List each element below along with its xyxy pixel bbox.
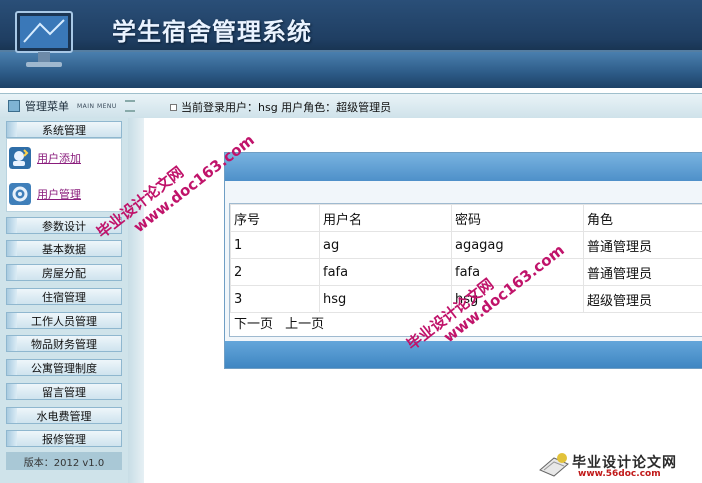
login-info: 当前登录用户：hsg 用户角色：超级管理员 [170, 99, 391, 115]
next-page-link[interactable]: 下一页 [234, 317, 273, 332]
table-row[interactable]: 1 ag agagag 普通管理员 [230, 231, 702, 259]
bullet-icon [170, 103, 177, 111]
col-header-password: 密码 [451, 204, 584, 232]
header-band [0, 52, 702, 88]
login-text: 当前登录用户：hsg 用户角色：超级管理员 [181, 101, 392, 114]
table-row[interactable]: 2 fafa fafa 普通管理员 [230, 258, 702, 286]
user-add-link[interactable]: 用户添加 [9, 147, 81, 169]
version-label: 版本：2012 v1.0 [6, 452, 122, 470]
cell-username: fafa [319, 258, 452, 286]
sidebar-item-messages[interactable]: 留言管理 [6, 383, 122, 400]
cell-role: 普通管理员 [583, 231, 702, 259]
panel-header [225, 153, 702, 181]
cell-role: 普通管理员 [583, 258, 702, 286]
cell-username: ag [319, 231, 452, 259]
sidebar-item-label: 房屋分配 [42, 266, 86, 280]
sidebar-item-label: 基本数据 [42, 242, 86, 256]
gear-icon [9, 183, 31, 205]
menu-header: 管理菜单 MAIN MENU [8, 98, 135, 114]
tab-marker [7, 122, 17, 137]
cell-id: 1 [230, 231, 320, 259]
user-add-label: 用户添加 [37, 152, 81, 165]
book-icon [539, 453, 569, 477]
panel-footer [225, 341, 702, 368]
cell-role: 超级管理员 [583, 285, 702, 313]
sidebar-item-system[interactable]: 系统管理 [6, 121, 122, 138]
tab-marker [7, 218, 17, 233]
sidebar-item-label: 参数设计 [42, 219, 86, 233]
prev-page-link[interactable]: 上一页 [285, 317, 324, 332]
sidebar-item-label: 物品财务管理 [31, 337, 97, 351]
tab-marker [7, 360, 17, 375]
sidebar-item-label: 报修管理 [42, 432, 86, 446]
sidebar-item-label: 系统管理 [42, 123, 86, 137]
sidebar-item-label: 水电费管理 [36, 409, 92, 423]
tab-marker [7, 431, 17, 446]
pager: 下一页 上一页 [234, 313, 332, 332]
sidebar-item-repair[interactable]: 报修管理 [6, 430, 122, 447]
sidebar-item-utilities[interactable]: 水电费管理 [6, 407, 122, 424]
user-manage-label: 用户管理 [37, 188, 81, 201]
sidebar-item-label: 公寓管理制度 [31, 361, 97, 375]
user-add-icon [9, 147, 31, 169]
sidebar-divider[interactable] [128, 118, 144, 483]
menu-label: 管理菜单 [25, 100, 69, 113]
sidebar-item-finance[interactable]: 物品财务管理 [6, 335, 122, 352]
menu-lines-icon[interactable] [124, 100, 135, 112]
sidebar-item-lodging[interactable]: 住宿管理 [6, 288, 122, 305]
tab-marker [7, 336, 17, 351]
logo-url: www.56doc.com [578, 469, 661, 479]
top-info-bar: 管理菜单 MAIN MENU 当前登录用户：hsg 用户角色：超级管理员 [0, 93, 702, 119]
corner-logo: 毕业设计论文网 www.56doc.com [538, 448, 702, 483]
cell-username: hsg [319, 285, 452, 313]
tab-marker [7, 313, 17, 328]
col-header-id: 序号 [230, 204, 320, 232]
app-header: 学生宿舍管理系统 [0, 0, 702, 88]
tab-marker [7, 408, 17, 423]
menu-sub-label: MAIN MENU [77, 102, 117, 110]
sidebar-item-staff[interactable]: 工作人员管理 [6, 312, 122, 329]
col-header-username: 用户名 [319, 204, 452, 232]
col-header-role: 角色 [583, 204, 702, 232]
tab-marker [7, 289, 17, 304]
table-header-row: 序号 用户名 密码 角色 [230, 204, 702, 232]
sidebar-item-label: 住宿管理 [42, 290, 86, 304]
sidebar-item-label: 工作人员管理 [31, 314, 97, 328]
monitor-icon [15, 11, 73, 67]
cell-id: 3 [230, 285, 320, 313]
sidebar-item-room-assign[interactable]: 房屋分配 [6, 264, 122, 281]
tab-marker [7, 265, 17, 280]
menu-square-icon [8, 100, 20, 112]
cell-id: 2 [230, 258, 320, 286]
user-manage-link[interactable]: 用户管理 [9, 183, 81, 205]
app-title: 学生宿舍管理系统 [112, 17, 312, 46]
sidebar-submenu-panel: 用户添加 用户管理 [6, 138, 122, 212]
tab-marker [7, 241, 17, 256]
sidebar-item-label: 留言管理 [42, 385, 86, 399]
tab-marker [7, 384, 17, 399]
sidebar-item-rules[interactable]: 公寓管理制度 [6, 359, 122, 376]
